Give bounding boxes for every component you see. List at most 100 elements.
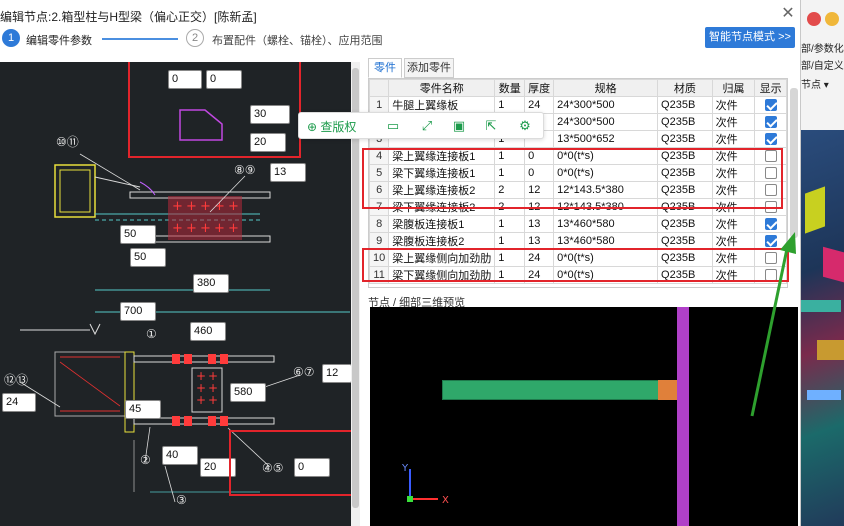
column-header[interactable]: 规格	[553, 79, 659, 97]
param-input[interactable]: 13	[270, 163, 306, 182]
background-min-dot	[825, 12, 839, 26]
callout-label: ⑧⑨	[234, 163, 256, 177]
svg-text:+: +	[196, 393, 206, 407]
visibility-checkbox[interactable]	[764, 133, 777, 146]
settings-icon[interactable]: ⚙	[515, 116, 535, 136]
cell-quantity[interactable]: 1	[494, 232, 526, 250]
background-model-block	[817, 340, 844, 360]
copyright-check-label: 查版权	[320, 120, 357, 134]
step-2-label[interactable]: 布置配件（螺栓、锚栓）、应用范围	[212, 32, 383, 48]
cell-part-name[interactable]: 梁腹板连接板1	[388, 215, 496, 233]
cell-part-name[interactable]: 牛腿上翼缘板	[388, 96, 496, 114]
cell-quantity[interactable]: 1	[494, 96, 526, 114]
callout-label: ⑫⑬	[4, 373, 28, 387]
table-row[interactable]: 8 梁腹板连接板1 1 13 13*460*580 Q235B 次件	[369, 215, 787, 233]
close-button[interactable]: ✕	[778, 4, 798, 24]
screen: 部/参数化 部/自定义 节点 ▾ 编辑节点:2.箱型柱与H型梁（偏心正交）[陈新…	[0, 0, 844, 526]
copy-icon[interactable]: ▭	[383, 116, 403, 136]
background-close-dot	[807, 12, 821, 26]
visibility-checkbox[interactable]	[764, 235, 777, 248]
cell-owner[interactable]: 次件	[711, 130, 756, 148]
cell-part-name[interactable]: 梁腹板连接板2	[388, 232, 496, 250]
column-header[interactable]: 厚度	[524, 79, 555, 97]
3d-preview[interactable]: Y X	[370, 307, 798, 526]
cell-material[interactable]: Q235B	[657, 113, 713, 131]
cell-quantity[interactable]: 1	[494, 215, 526, 233]
step-1-indicator[interactable]: 1	[2, 29, 20, 47]
cell-visibility	[754, 113, 787, 131]
cell-material[interactable]: Q235B	[657, 130, 713, 148]
svg-text:+: +	[228, 221, 239, 236]
cell-owner[interactable]: 次件	[711, 113, 756, 131]
param-input[interactable]: 50	[120, 225, 156, 244]
cell-spec[interactable]: 13*500*652	[553, 130, 659, 148]
param-input[interactable]: 50	[130, 248, 166, 267]
svg-text:+: +	[228, 199, 239, 214]
svg-text:+: +	[172, 221, 183, 236]
tab-parts[interactable]: 零件	[368, 58, 402, 78]
beam-top-flange	[133, 355, 275, 363]
column-header[interactable]: 数量	[494, 79, 526, 97]
cell-spec[interactable]: 13*460*580	[553, 215, 659, 233]
param-input[interactable]: 460	[190, 322, 226, 341]
box-column-inner	[59, 169, 91, 213]
cell-spec[interactable]: 24*300*500	[553, 96, 659, 114]
cell-visibility	[754, 96, 787, 114]
svg-text:+: +	[214, 221, 225, 236]
step-2-indicator[interactable]: 2	[186, 29, 204, 47]
fullscreen-icon[interactable]: ⤢	[417, 116, 437, 136]
cell-thickness[interactable]: 13	[524, 232, 555, 250]
visibility-checkbox[interactable]	[764, 116, 777, 129]
param-input[interactable]: 45	[125, 400, 161, 419]
cell-visibility	[754, 232, 787, 250]
cell-thickness[interactable]: 24	[524, 96, 555, 114]
visibility-checkbox[interactable]	[764, 218, 777, 231]
step-1-label[interactable]: 编辑零件参数	[26, 32, 92, 48]
param-input[interactable]: 40	[162, 446, 198, 465]
stiffener-diagonal	[59, 361, 121, 407]
leader-line	[164, 465, 176, 503]
param-input[interactable]: 700	[120, 302, 156, 321]
box-column-outline	[54, 164, 96, 218]
param-input[interactable]: 580	[230, 383, 266, 402]
tab-add-part[interactable]: 添加零件	[404, 58, 454, 78]
column-header[interactable]: 零件名称	[388, 79, 496, 97]
table-row[interactable]: 9 梁腹板连接板2 1 13 13*460*580 Q235B 次件	[369, 232, 787, 250]
callout-label: ②	[140, 453, 151, 467]
share-icon[interactable]: ⇱	[481, 116, 501, 136]
table-scrollbar[interactable]	[790, 88, 798, 238]
cell-owner[interactable]: 次件	[711, 96, 756, 114]
background-window-controls	[807, 12, 843, 29]
background-menu-item[interactable]: 部/参数化	[801, 40, 844, 55]
copyright-check-button[interactable]: ⊕ 查版权	[307, 118, 356, 135]
param-input[interactable]: 12	[322, 364, 351, 383]
svg-text:+: +	[186, 199, 197, 214]
cell-material[interactable]: Q235B	[657, 96, 713, 114]
background-menu-item[interactable]: 部/自定义	[801, 57, 844, 72]
cell-spec[interactable]: 24*300*500	[553, 113, 659, 131]
save-icon[interactable]: ▣	[449, 116, 469, 136]
table-row[interactable]: 1 牛腿上翼缘板 1 24 24*300*500 Q235B 次件	[369, 96, 787, 114]
column-header[interactable]: 材质	[657, 79, 713, 97]
column-header[interactable]: 归属	[711, 79, 756, 97]
column-header-index	[369, 79, 390, 97]
cell-thickness[interactable]: 13	[524, 215, 555, 233]
visibility-checkbox[interactable]	[764, 99, 777, 112]
cell-material[interactable]: Q235B	[657, 215, 713, 233]
background-menu-item[interactable]: 节点 ▾	[801, 76, 829, 91]
callout-label: ⑥⑦	[293, 365, 315, 379]
cell-owner[interactable]: 次件	[711, 232, 756, 250]
background-3d-view[interactable]	[801, 130, 844, 526]
table-header-row: 零件名称 数量 厚度 规格 材质 归属 显示	[369, 79, 787, 97]
param-input[interactable]: 380	[193, 274, 229, 293]
section-break-mark	[89, 323, 101, 336]
web-bolt-markers: + + + + + +	[196, 369, 218, 407]
column-header[interactable]: 显示	[754, 79, 787, 97]
callout-label: ③	[176, 493, 187, 507]
cell-spec[interactable]: 13*460*580	[553, 232, 659, 250]
edit-node-dialog: 编辑节点:2.箱型柱与H型梁（偏心正交）[陈新孟] ✕ 1 编辑零件参数 2 布…	[0, 0, 801, 526]
cell-material[interactable]: Q235B	[657, 232, 713, 250]
cell-owner[interactable]: 次件	[711, 215, 756, 233]
param-input[interactable]: 24	[2, 393, 36, 412]
smart-node-mode-button[interactable]: 智能节点模式 >>	[705, 27, 795, 48]
